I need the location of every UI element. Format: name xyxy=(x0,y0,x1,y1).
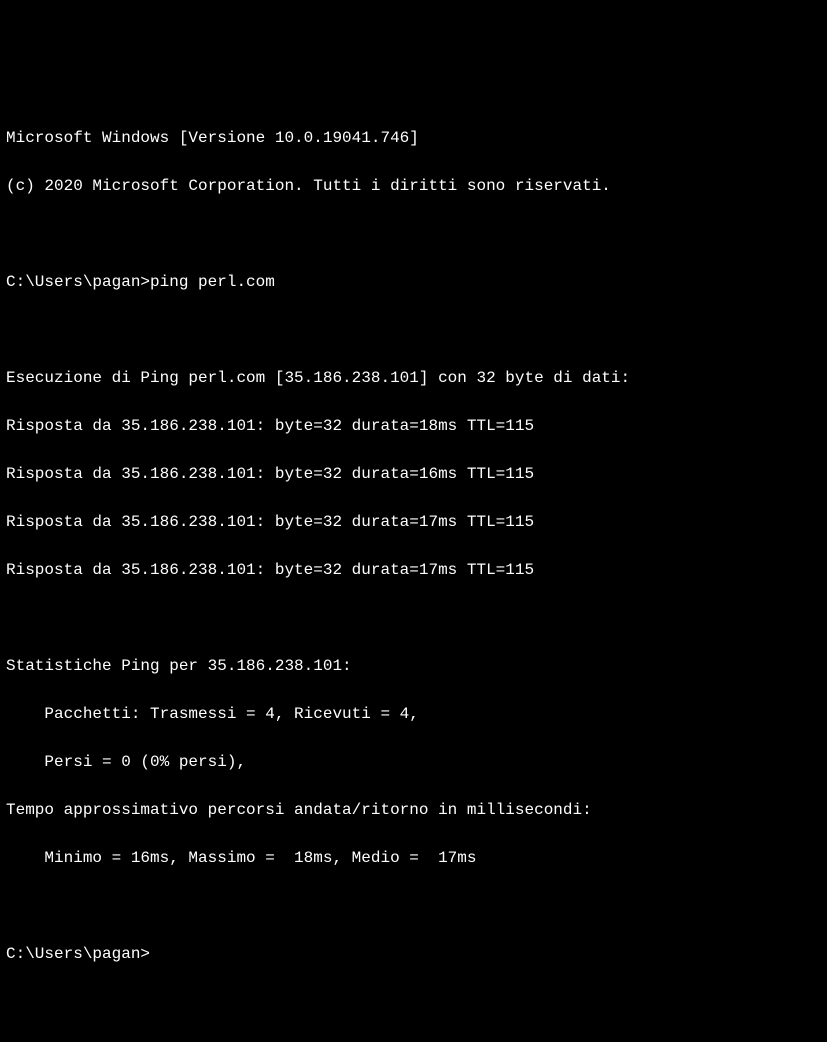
blank-line xyxy=(6,222,821,246)
copyright-line: (c) 2020 Microsoft Corporation. Tutti i … xyxy=(6,174,821,198)
prompt-line-1: C:\Users\pagan>ping perl.com xyxy=(6,270,821,294)
blank-line xyxy=(6,894,821,918)
stats-packets: Pacchetti: Trasmessi = 4, Ricevuti = 4, xyxy=(6,702,821,726)
stats-header: Statistiche Ping per 35.186.238.101: xyxy=(6,654,821,678)
stats-rtt-header: Tempo approssimativo percorsi andata/rit… xyxy=(6,798,821,822)
command-text: ping perl.com xyxy=(150,273,275,291)
stats-rtt-values: Minimo = 16ms, Massimo = 18ms, Medio = 1… xyxy=(6,846,821,870)
version-line: Microsoft Windows [Versione 10.0.19041.7… xyxy=(6,126,821,150)
prompt-path: C:\Users\pagan> xyxy=(6,273,150,291)
prompt-line-2[interactable]: C:\Users\pagan> xyxy=(6,942,821,966)
ping-reply: Risposta da 35.186.238.101: byte=32 dura… xyxy=(6,558,821,582)
blank-line xyxy=(6,606,821,630)
ping-reply: Risposta da 35.186.238.101: byte=32 dura… xyxy=(6,414,821,438)
prompt-path: C:\Users\pagan> xyxy=(6,945,150,963)
cmd-terminal[interactable]: Microsoft Windows [Versione 10.0.19041.7… xyxy=(6,102,821,990)
stats-lost: Persi = 0 (0% persi), xyxy=(6,750,821,774)
blank-line xyxy=(6,318,821,342)
ping-reply: Risposta da 35.186.238.101: byte=32 dura… xyxy=(6,462,821,486)
ping-reply: Risposta da 35.186.238.101: byte=32 dura… xyxy=(6,510,821,534)
ping-exec-line: Esecuzione di Ping perl.com [35.186.238.… xyxy=(6,366,821,390)
